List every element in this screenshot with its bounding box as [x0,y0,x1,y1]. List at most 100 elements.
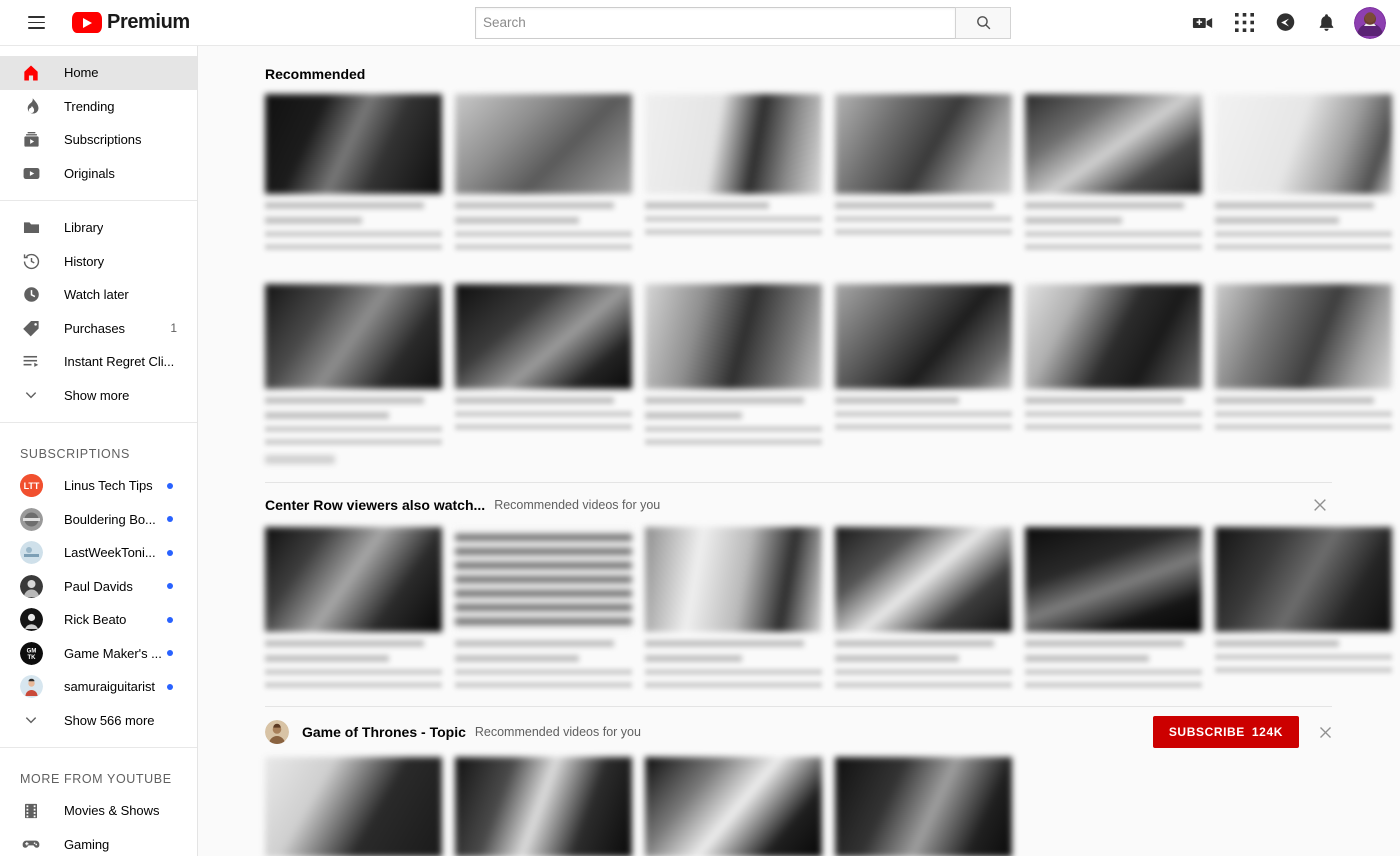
video-thumbnail[interactable] [1025,94,1202,194]
video-card[interactable] [645,527,822,688]
video-grid-row-2 [198,284,1400,445]
video-channel [265,231,442,237]
sidebar-item-channel[interactable]: Bouldering Bo... [0,503,197,537]
video-thumbnail[interactable] [1025,527,1202,632]
sidebar-item-history[interactable]: History [0,245,197,279]
sidebar-item-originals[interactable]: Originals [0,157,197,191]
video-thumbnail[interactable] [1215,527,1392,632]
video-card[interactable] [455,94,632,250]
sidebar-item-channel[interactable]: LastWeekToni... [0,536,197,570]
video-card[interactable] [835,527,1012,688]
video-thumbnail[interactable] [835,284,1012,389]
video-thumbnail[interactable] [265,757,442,856]
shelf-header-center-row: Center Row viewers also watch... Recomme… [198,483,1400,527]
close-icon[interactable] [1313,720,1337,744]
sidebar-item-show-more[interactable]: Show more [0,379,197,413]
video-card[interactable] [645,284,822,445]
video-card[interactable] [1215,284,1392,445]
video-thumbnail[interactable] [1215,94,1392,194]
video-title [835,655,959,662]
video-thumbnail[interactable] [1025,284,1202,389]
apps-grid-icon[interactable] [1227,6,1261,40]
video-thumbnail[interactable] [645,757,822,856]
video-card[interactable] [455,527,632,688]
more-from-youtube-header: MORE FROM YOUTUBE [20,772,172,786]
subscribe-button[interactable]: SUBSCRIBE 124K [1152,716,1299,748]
video-card[interactable] [835,757,1012,856]
video-card[interactable] [835,284,1012,445]
video-card[interactable] [265,757,442,856]
video-thumbnail[interactable] [645,284,822,389]
video-channel [835,216,1012,222]
video-meta [1025,244,1202,250]
channel-avatar[interactable] [265,720,289,744]
sidebar[interactable]: Home Trending Subscriptions Originals Li… [0,46,198,856]
video-card[interactable] [645,757,822,856]
video-title [265,202,425,209]
video-meta [645,439,822,445]
video-meta [835,229,1012,235]
sidebar-item-movies-shows[interactable]: Movies & Shows [0,794,197,828]
video-thumbnail[interactable] [265,527,442,632]
video-channel [265,426,442,432]
video-thumbnail[interactable] [645,94,822,194]
video-card[interactable] [1025,527,1202,688]
sidebar-item-gaming[interactable]: Gaming [0,828,197,856]
sidebar-item-instant-regret[interactable]: Instant Regret Cli... [0,345,197,379]
sidebar-item-home[interactable]: Home [0,56,197,90]
show-more-pill[interactable] [265,455,335,464]
search-input[interactable] [475,6,955,39]
youtube-premium-logo[interactable]: Premium [72,11,190,34]
sidebar-item-trending[interactable]: Trending [0,90,197,124]
video-title [1215,640,1339,647]
hamburger-menu-icon[interactable] [16,3,56,43]
video-thumbnail[interactable] [455,94,632,194]
video-card[interactable] [835,94,1012,250]
video-thumbnail[interactable] [1215,284,1392,389]
watch-later-clock-icon [20,284,42,306]
sidebar-item-channel[interactable]: LTT Linus Tech Tips [0,469,197,503]
search-bar [475,6,1011,39]
search-icon[interactable] [955,6,1011,39]
video-card[interactable] [265,94,442,250]
create-video-icon[interactable] [1186,6,1220,40]
sidebar-item-show-more-subscriptions[interactable]: Show 566 more [0,704,197,738]
sidebar-label: Purchases [64,320,125,336]
sidebar-item-channel[interactable]: GM TK Game Maker's ... [0,637,197,671]
video-card[interactable] [1215,527,1392,688]
video-card[interactable] [265,527,442,688]
sidebar-item-subscriptions[interactable]: Subscriptions [0,123,197,157]
shelf-title: Game of Thrones - Topic [302,724,466,740]
video-thumbnail[interactable] [835,757,1012,856]
video-card[interactable] [1025,284,1202,445]
video-card[interactable] [265,284,442,445]
video-thumbnail[interactable] [835,527,1012,632]
video-card[interactable] [455,757,632,856]
video-card[interactable] [645,94,822,250]
sidebar-item-channel[interactable]: Rick Beato [0,603,197,637]
sidebar-label: Gaming [64,836,110,852]
sidebar-item-watch-later[interactable]: Watch later [0,278,197,312]
video-thumbnail[interactable] [455,757,632,856]
notifications-bell-icon[interactable] [1309,6,1343,40]
video-thumbnail[interactable] [455,284,632,389]
video-thumbnail[interactable] [265,94,442,194]
video-card[interactable] [1025,94,1202,250]
video-thumbnail[interactable] [645,527,822,632]
youtube-logo-icon [72,12,102,33]
video-thumbnail[interactable] [835,94,1012,194]
close-icon[interactable] [1308,493,1332,517]
video-thumbnail[interactable] [265,284,442,389]
sidebar-item-purchases[interactable]: Purchases 1 [0,312,197,346]
video-card[interactable] [455,284,632,445]
library-folder-icon [20,217,42,239]
sidebar-item-channel[interactable]: Paul Davids [0,570,197,604]
sidebar-item-library[interactable]: Library [0,211,197,245]
video-grid-shelf-game-of-thrones [198,757,1400,856]
account-avatar[interactable] [1354,6,1386,39]
video-card[interactable] [1215,94,1392,250]
messages-icon[interactable] [1268,6,1302,40]
sidebar-item-channel[interactable]: samuraiguitarist [0,670,197,704]
sidebar-label: Rick Beato [64,612,127,628]
video-thumbnail[interactable] [455,527,632,632]
